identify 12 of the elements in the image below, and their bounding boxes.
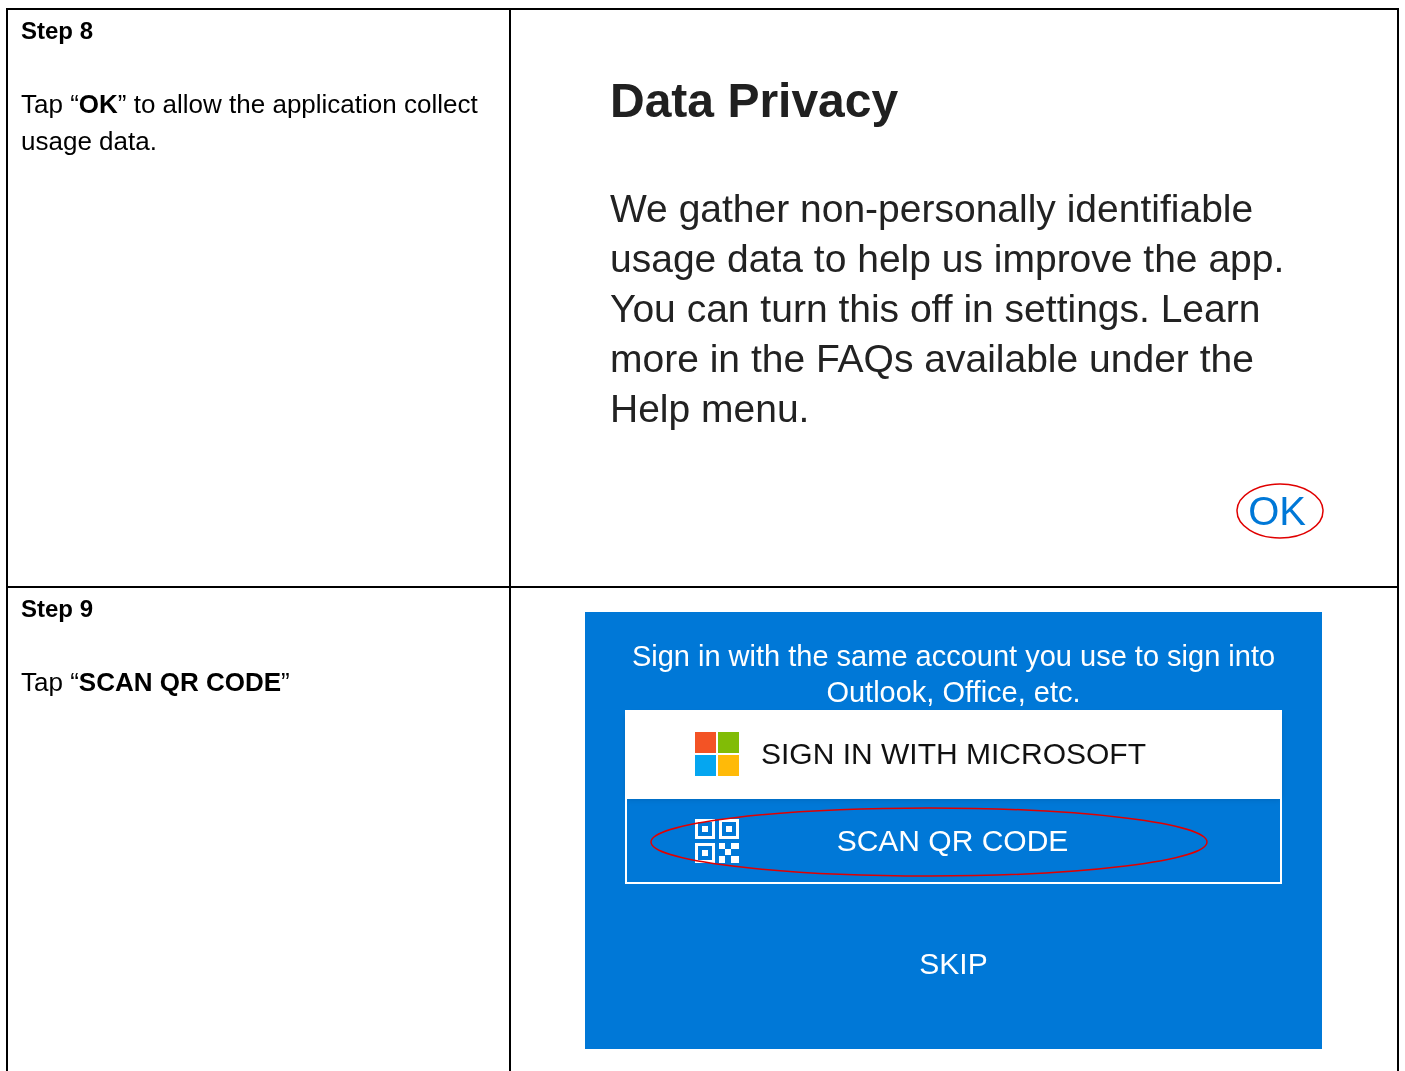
skip-button[interactable]: SKIP xyxy=(919,941,988,986)
sign-in-message: Sign in with the same account you use to sign into Outlook, Office, etc. xyxy=(630,639,1277,710)
step-heading: Step 9 xyxy=(21,594,95,624)
sign-in-microsoft-button[interactable]: SIGN IN WITH MICROSOFT xyxy=(625,710,1282,797)
windows-logo-icon xyxy=(695,731,739,776)
instruction-text: Tap “OK” to allow the application collect usage data. xyxy=(21,88,479,158)
dialog-message: We gather non-personally identifiable usage data to help us improve the app. You can turn this off in settings. Learn more in the FAQs available under the Help menu. xyxy=(610,186,1286,432)
dialog-title: Data Privacy xyxy=(610,73,900,129)
qr-code-icon xyxy=(695,818,739,863)
step-heading: Step 8 xyxy=(21,16,95,46)
scan-qr-code-button[interactable]: SCAN QR CODE xyxy=(625,797,1282,884)
instruction-text: Tap “SCAN QR CODE” xyxy=(21,666,291,699)
